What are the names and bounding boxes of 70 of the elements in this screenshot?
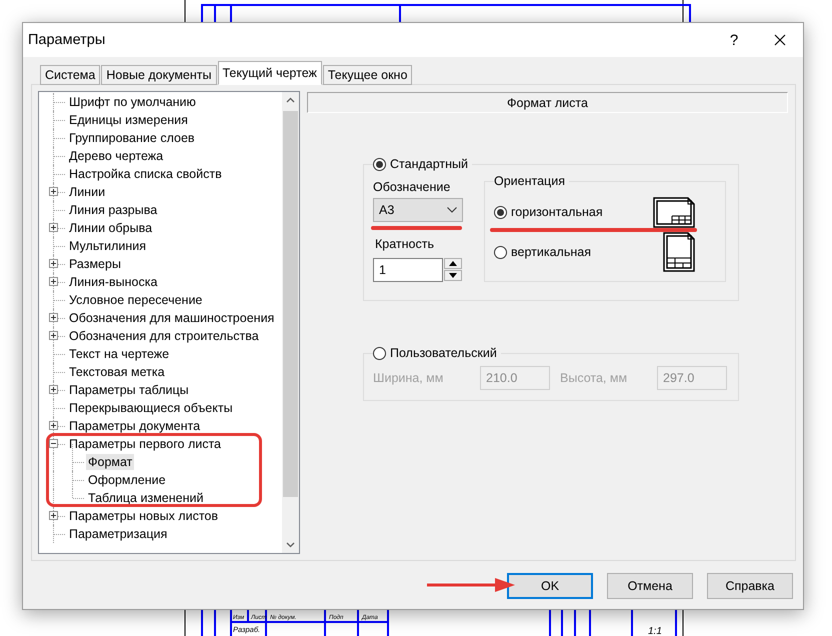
dialog-button[interactable]: Отмена [607,572,693,598]
expand-icon[interactable] [49,331,58,340]
field-label: Ширина, мм [373,371,444,385]
tree-item[interactable]: Размеры [67,256,123,272]
field-label: Высота, мм [560,371,628,385]
tree-item[interactable]: Параметры первого листа [67,436,224,452]
tree-item[interactable]: Формат [86,454,134,470]
radio-label: горизонтальная [511,205,604,219]
tree-item[interactable]: Единицы измерения [67,112,190,128]
expand-icon[interactable] [49,421,58,430]
scale-label: 1:1 [648,626,662,636]
tree-item[interactable]: Дерево чертежа [67,148,166,164]
tab[interactable]: Текущее окно [322,65,412,85]
tree-item[interactable]: Параметризация [67,526,170,542]
expand-icon[interactable] [49,277,58,286]
tab[interactable]: Новые документы [101,65,216,85]
landscape-sheet-icon [653,196,695,228]
window-title: Параметры [28,32,106,48]
tab[interactable]: Текущий чертеж [218,61,322,85]
tree-item[interactable]: Линии [67,184,108,200]
multiplicity-field[interactable]: 1 [373,258,443,282]
dialog-button[interactable]: OK [507,572,593,598]
tree-item[interactable]: Настройка списка свойств [67,166,224,182]
tree-item[interactable]: Линии обрыва [67,220,154,236]
expand-icon[interactable] [49,313,58,322]
tab[interactable]: Система [40,65,100,85]
field-label: Обозначение [373,180,452,194]
help-button[interactable]: ? [711,23,757,57]
tree-item[interactable]: Линия разрыва [67,202,160,218]
radio-button[interactable] [494,246,507,258]
tree-item[interactable]: Таблица изменений [86,490,206,506]
dialog-button[interactable]: Справка [707,572,793,598]
expand-icon[interactable] [49,385,58,394]
tree-item[interactable]: Оформление [86,472,168,488]
tree-item[interactable]: Параметры документа [67,418,202,434]
expand-icon[interactable] [49,259,58,268]
tree-item[interactable]: Группирование слоев [67,130,197,146]
tree-item[interactable]: Условное пересечение [67,292,204,308]
tree-item[interactable]: Обозначения для машиностроения [67,310,276,326]
close-icon [774,34,786,46]
chevron-down-icon [447,207,457,213]
tree-item[interactable]: Линия-выноска [67,274,160,290]
expand-icon[interactable] [49,223,58,232]
spin-down-button[interactable] [444,270,462,281]
tree-item[interactable]: Мультилиния [67,238,148,254]
format-dropdown[interactable]: А3 [373,198,463,222]
tree-item[interactable]: Параметры новых листов [67,508,220,524]
group-title: Ориентация [494,174,565,188]
radio-label: Пользовательский [390,346,497,360]
radio-button[interactable] [373,158,386,170]
portrait-sheet-icon [663,232,695,272]
field-label: Кратность [375,237,435,251]
expand-icon[interactable] [49,187,58,196]
triangle-down-icon [449,273,457,278]
tree-item[interactable]: Параметры таблицы [67,382,191,398]
radio-button[interactable] [373,346,386,360]
spin-up-button[interactable] [444,258,462,269]
triangle-up-icon [449,261,457,266]
tree-item[interactable]: Шрифт по умолчанию [67,94,198,110]
radio-label: вертикальная [511,245,592,259]
tree-item[interactable]: Текстовая метка [67,364,167,380]
collapse-icon[interactable] [49,439,58,448]
scroll-thumb[interactable] [283,111,298,497]
tree-item[interactable]: Обозначения для строительства [67,328,261,344]
tree-item[interactable]: Перекрывающиеся объекты [67,400,235,416]
radio-label: Стандартный [390,157,468,171]
tree-item[interactable]: Текст на чертеже [67,346,172,362]
radio-button[interactable] [494,206,507,218]
panel-header: Формат листа [307,92,788,113]
expand-icon[interactable] [49,511,58,520]
